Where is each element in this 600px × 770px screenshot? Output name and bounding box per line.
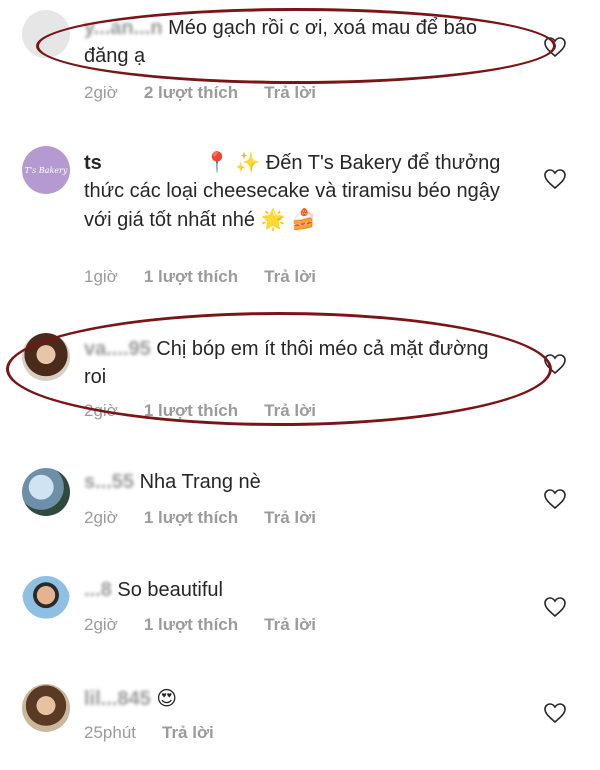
- likes-count[interactable]: 1 lượt thích: [144, 401, 238, 421]
- heart-icon[interactable]: [543, 702, 567, 724]
- heart-icon[interactable]: [543, 168, 567, 190]
- comment-username[interactable]: ts: [84, 152, 102, 174]
- comment-text: lil...845 😍: [84, 684, 504, 713]
- comment-time: 2giờ: [84, 615, 118, 634]
- likes-count[interactable]: 2 lượt thích: [144, 83, 238, 103]
- comment-body: Nha Trang nè: [139, 471, 261, 493]
- avatar[interactable]: [22, 684, 70, 732]
- comment-username[interactable]: s...55: [84, 471, 134, 493]
- comment-time: 25phút: [84, 723, 136, 742]
- heart-icon[interactable]: [543, 488, 567, 510]
- comment-time: 1giờ: [84, 267, 118, 286]
- cake-emoji: 🍰: [291, 207, 316, 231]
- comment-username[interactable]: ...8: [84, 579, 112, 601]
- heart-icon[interactable]: [543, 596, 567, 618]
- comment-text: y...an...n Méo gạch rồi c ơi, xoá mau để…: [84, 14, 504, 70]
- avatar[interactable]: [22, 333, 70, 381]
- comment-meta: 2giờ 1 lượt thích Trả lời: [84, 508, 316, 528]
- avatar[interactable]: [22, 10, 70, 58]
- comment-text: va....95 Chị bóp em ít thôi méo cả mặt đ…: [84, 335, 504, 391]
- reply-button[interactable]: Trả lời: [264, 401, 316, 421]
- comment-meta: 25phút Trả lời: [84, 723, 214, 743]
- avatar[interactable]: [22, 468, 70, 516]
- reply-button[interactable]: Trả lời: [264, 83, 316, 103]
- comment-text: ts 📍 ✨ Đến T's Bakery để thưởng thức các…: [84, 148, 514, 234]
- likes-count[interactable]: 1 lượt thích: [144, 267, 238, 287]
- star-emoji: 🌟: [260, 207, 286, 231]
- comment-body: So beautiful: [117, 579, 223, 601]
- reply-button[interactable]: Trả lời: [264, 615, 316, 635]
- comment-username[interactable]: y...an...n: [84, 17, 163, 39]
- avatar-logo-text: T's Bakery: [24, 165, 68, 175]
- comment-username[interactable]: lil...845: [84, 688, 151, 710]
- heart-icon[interactable]: [543, 353, 567, 375]
- heart-icon[interactable]: [543, 36, 567, 58]
- comment-time: 2giờ: [84, 401, 118, 420]
- comment-time: 2giờ: [84, 508, 118, 527]
- avatar[interactable]: T's Bakery: [22, 146, 70, 194]
- reply-button[interactable]: Trả lời: [162, 723, 214, 743]
- avatar[interactable]: [22, 576, 70, 624]
- comment-text: ...8 So beautiful: [84, 576, 504, 604]
- likes-count[interactable]: 1 lượt thích: [144, 615, 238, 635]
- comment-meta: 1giờ 1 lượt thích Trả lời: [84, 267, 316, 287]
- reply-button[interactable]: Trả lời: [264, 508, 316, 528]
- heart-eyes-emoji: 😍: [156, 686, 178, 710]
- comment-meta: 2giờ 1 lượt thích Trả lời: [84, 401, 316, 421]
- likes-count[interactable]: 1 lượt thích: [144, 508, 238, 528]
- pin-emoji: 📍: [204, 150, 230, 174]
- comment-text: s...55 Nha Trang nè: [84, 468, 504, 496]
- comment-time: 2giờ: [84, 83, 118, 102]
- sparkle-emoji: ✨: [235, 150, 261, 174]
- reply-button[interactable]: Trả lời: [264, 267, 316, 287]
- comment-meta: 2giờ 2 lượt thích Trả lời: [84, 83, 316, 103]
- comment-meta: 2giờ 1 lượt thích Trả lời: [84, 615, 316, 635]
- comment-username[interactable]: va....95: [84, 338, 151, 360]
